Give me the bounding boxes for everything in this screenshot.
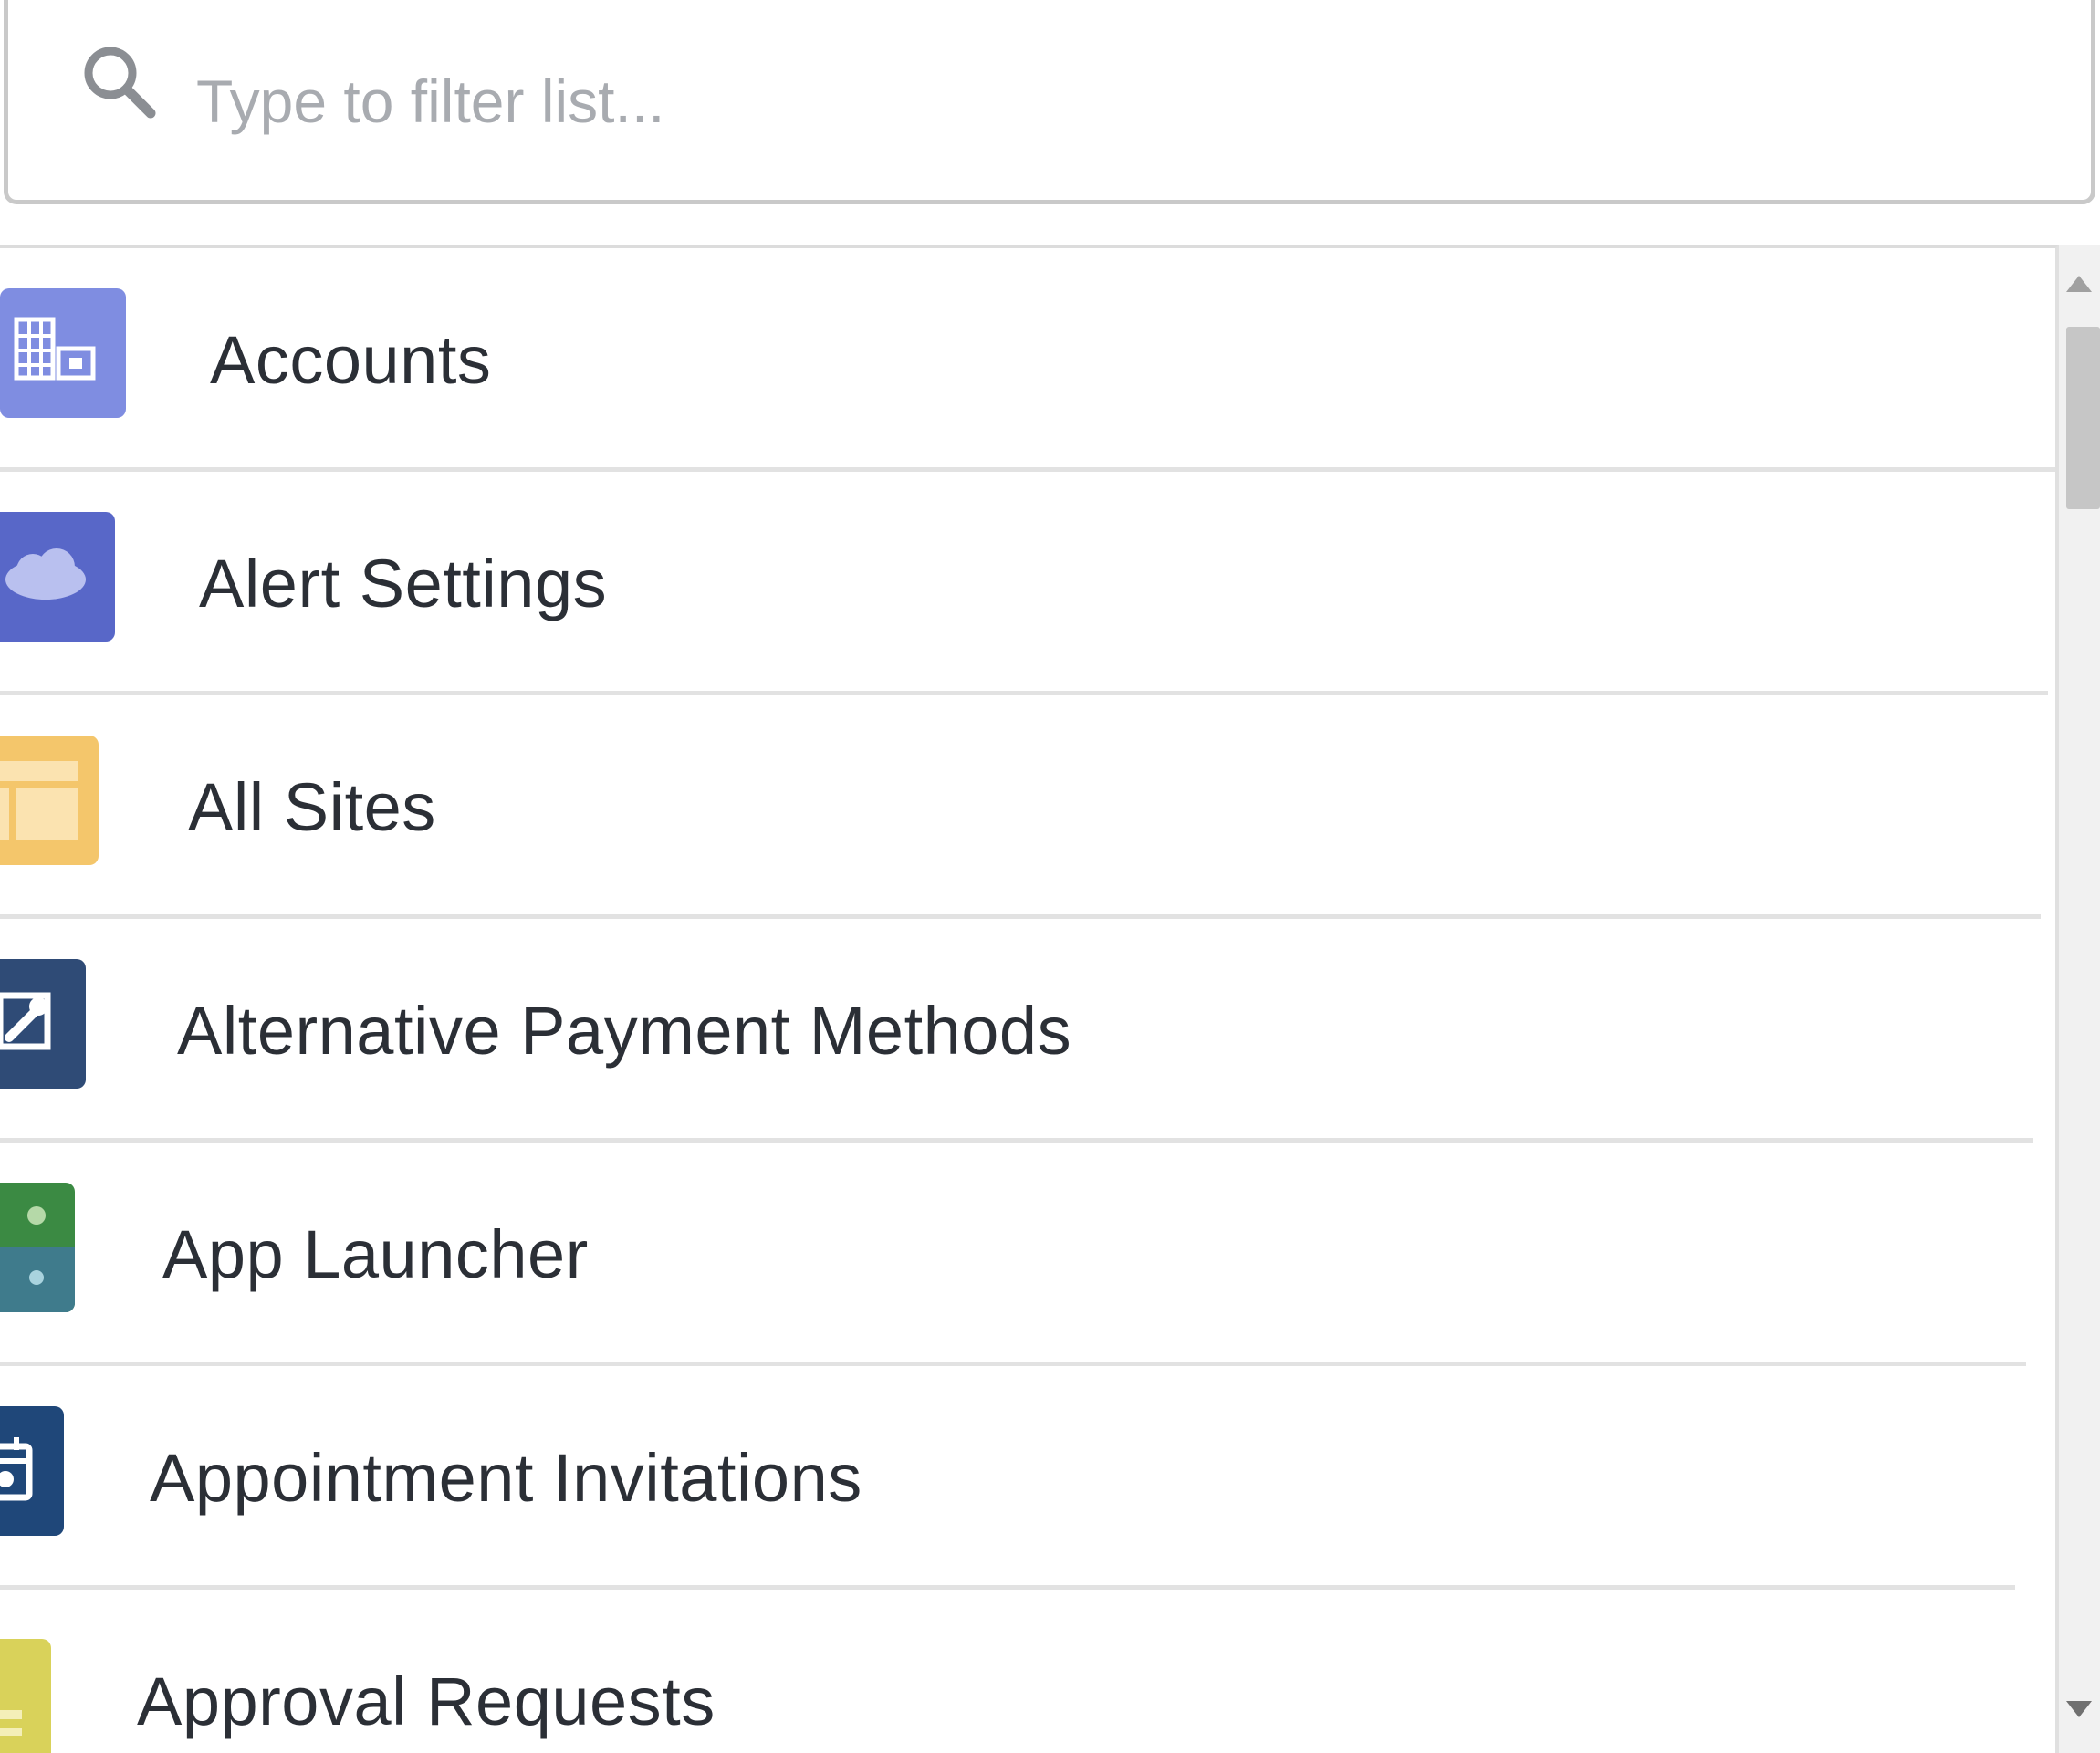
list-item-label: All Sites [188, 769, 436, 845]
cloud-icon [0, 512, 115, 642]
list-item-app-launcher[interactable]: App Launcher [0, 1143, 2026, 1366]
list-item-all-sites[interactable]: All Sites [0, 695, 2041, 919]
search-input[interactable] [196, 51, 1930, 151]
sites-icon [0, 736, 99, 865]
scroll-thumb[interactable] [2066, 327, 2100, 509]
list-panel: Accounts Alert Settings All Sites Altern… [0, 245, 2059, 1753]
list-item-label: App Launcher [162, 1216, 589, 1292]
calendar-icon [0, 1406, 64, 1536]
list-item-label: Approval Requests [137, 1664, 716, 1739]
list-item-label: Appointment Invitations [150, 1440, 862, 1516]
list-item-alternative-payment-methods[interactable]: Alternative Payment Methods [0, 919, 2033, 1143]
list-item-label: Alert Settings [199, 546, 608, 621]
scroll-down-arrow-icon[interactable] [2059, 1694, 2100, 1721]
filter-list-dropdown: Accounts Alert Settings Al [0, 0, 2100, 1753]
list-item-accounts[interactable]: Accounts [0, 248, 2055, 472]
scroll-up-arrow-icon[interactable] [2059, 272, 2100, 299]
accounts-icon [0, 288, 126, 418]
app-launcher-icon [0, 1183, 75, 1312]
list-item-appointment-invitations[interactable]: Appointment Invitations [0, 1366, 2015, 1590]
scrollbar[interactable] [2059, 245, 2100, 1753]
search-box[interactable] [4, 0, 2095, 204]
payment-tools-icon [0, 959, 86, 1089]
list-item-alert-settings[interactable]: Alert Settings [0, 472, 2048, 695]
search-icon [84, 47, 156, 119]
list-item-label: Alternative Payment Methods [177, 993, 1072, 1069]
approval-icon [0, 1639, 51, 1753]
list-item-approval-requests[interactable]: Approval Requests [0, 1590, 2008, 1753]
list-item-label: Accounts [210, 322, 492, 398]
